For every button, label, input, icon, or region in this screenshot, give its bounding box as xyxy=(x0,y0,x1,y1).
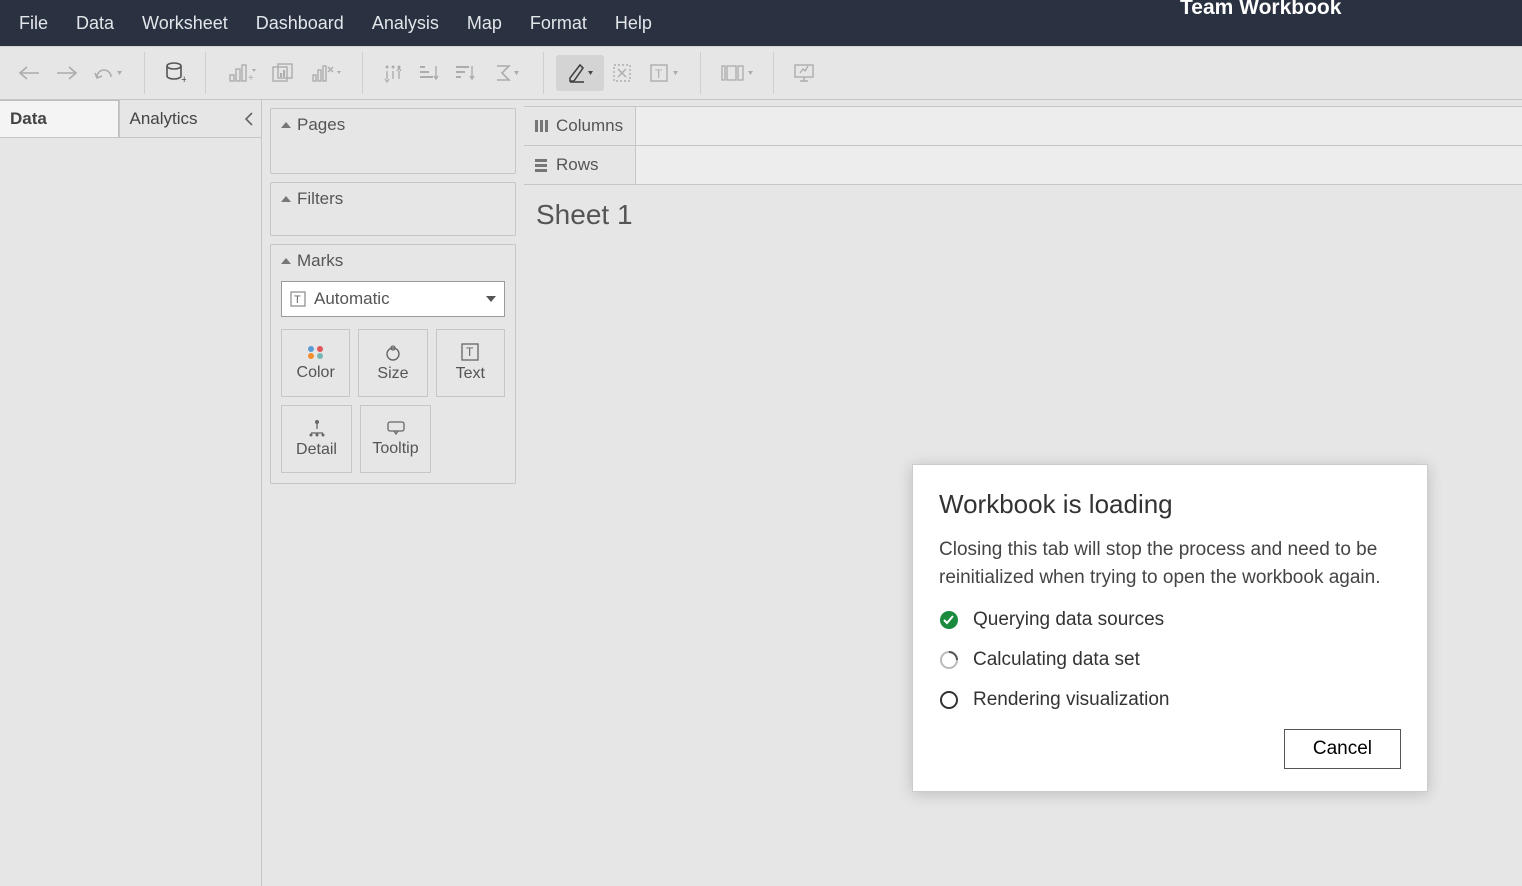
menu-worksheet[interactable]: Worksheet xyxy=(128,3,242,44)
dialog-title: Workbook is loading xyxy=(939,489,1401,520)
marks-size-button[interactable]: Size xyxy=(358,329,427,397)
loading-step: Rendering visualization xyxy=(939,689,1401,711)
menu-data[interactable]: Data xyxy=(62,3,128,44)
marks-tooltip-label: Tooltip xyxy=(372,440,418,458)
marks-color-label: Color xyxy=(297,364,335,382)
new-data-source-button[interactable]: + xyxy=(157,55,193,91)
marks-tooltip-button[interactable]: Tooltip xyxy=(360,405,431,473)
menubar: File Data Worksheet Dashboard Analysis M… xyxy=(0,0,1522,46)
rows-icon xyxy=(534,158,548,172)
columns-icon xyxy=(534,119,548,133)
presentation-button[interactable] xyxy=(786,55,822,91)
fit-button[interactable] xyxy=(713,55,761,91)
tooltip-icon xyxy=(386,420,406,436)
svg-text:T: T xyxy=(655,67,663,81)
sheet-title[interactable]: Sheet 1 xyxy=(524,185,1522,231)
chevron-up-icon xyxy=(281,258,291,264)
highlight-button[interactable] xyxy=(556,55,604,91)
data-panel: Data Analytics xyxy=(0,100,262,886)
pages-shelf[interactable]: Pages xyxy=(270,108,516,174)
chevron-up-icon xyxy=(281,122,291,128)
svg-text:+: + xyxy=(181,74,186,85)
new-worksheet-button[interactable]: + xyxy=(218,55,266,91)
svg-text:T: T xyxy=(466,345,474,359)
totals-button[interactable] xyxy=(483,55,531,91)
mark-type-value: Automatic xyxy=(314,289,390,309)
color-icon xyxy=(306,344,326,360)
marks-detail-label: Detail xyxy=(296,441,337,459)
chevron-up-icon xyxy=(281,196,291,202)
filters-shelf[interactable]: Filters xyxy=(270,182,516,236)
rows-drop-area[interactable] xyxy=(636,146,1522,184)
svg-text:T: T xyxy=(294,294,301,306)
redo-button[interactable] xyxy=(48,55,84,91)
loading-dialog: Workbook is loading Closing this tab wil… xyxy=(912,464,1428,792)
check-circle-icon xyxy=(939,610,959,630)
marks-card: Marks T Automatic Color Size xyxy=(270,244,516,484)
menu-dashboard[interactable]: Dashboard xyxy=(242,3,358,44)
menu-format[interactable]: Format xyxy=(516,3,601,44)
loading-step: Calculating data set xyxy=(939,649,1401,671)
tab-analytics[interactable]: Analytics xyxy=(119,100,238,137)
step-label: Querying data sources xyxy=(973,609,1164,631)
sort-desc-button[interactable] xyxy=(447,55,483,91)
dialog-body: Closing this tab will stop the process a… xyxy=(939,536,1401,591)
menu-file[interactable]: File xyxy=(5,3,62,44)
workbook-title: Team Workbook xyxy=(1180,0,1341,20)
text-icon: T xyxy=(461,343,479,361)
marks-color-button[interactable]: Color xyxy=(281,329,350,397)
spinner-icon xyxy=(939,650,959,670)
duplicate-sheet-button[interactable] xyxy=(266,55,302,91)
swap-button[interactable] xyxy=(375,55,411,91)
columns-drop-area[interactable] xyxy=(636,107,1522,145)
pages-label: Pages xyxy=(297,115,345,135)
menu-analysis[interactable]: Analysis xyxy=(358,3,453,44)
filters-label: Filters xyxy=(297,189,343,209)
menu-map[interactable]: Map xyxy=(453,3,516,44)
collapse-side-panel-button[interactable] xyxy=(237,100,261,137)
rows-shelf[interactable]: Rows xyxy=(524,145,1522,185)
detail-icon xyxy=(307,419,327,437)
sort-asc-button[interactable] xyxy=(411,55,447,91)
columns-label: Columns xyxy=(556,116,623,136)
circle-icon xyxy=(939,690,959,710)
group-button[interactable] xyxy=(604,55,640,91)
loading-step: Querying data sources xyxy=(939,609,1401,631)
chevron-down-icon xyxy=(486,296,496,302)
menu-help[interactable]: Help xyxy=(601,3,666,44)
text-icon: T xyxy=(290,291,306,307)
columns-shelf[interactable]: Columns xyxy=(524,106,1522,146)
marks-text-button[interactable]: T Text xyxy=(436,329,505,397)
show-labels-button[interactable]: T xyxy=(640,55,688,91)
marks-size-label: Size xyxy=(377,365,408,383)
step-label: Rendering visualization xyxy=(973,689,1169,711)
marks-detail-button[interactable]: Detail xyxy=(281,405,352,473)
replay-button[interactable] xyxy=(84,55,132,91)
marks-text-label: Text xyxy=(456,365,485,383)
cards-panel: Pages Filters Marks T Automatic xyxy=(262,100,524,886)
clear-sheet-button[interactable] xyxy=(302,55,350,91)
toolbar: + + T xyxy=(0,46,1522,100)
step-label: Calculating data set xyxy=(973,649,1140,671)
mark-type-select[interactable]: T Automatic xyxy=(281,281,505,317)
rows-label: Rows xyxy=(556,155,599,175)
tab-data[interactable]: Data xyxy=(0,100,119,137)
svg-text:+: + xyxy=(248,73,254,83)
marks-label: Marks xyxy=(297,251,343,271)
cancel-button[interactable]: Cancel xyxy=(1284,729,1401,769)
undo-button[interactable] xyxy=(12,55,48,91)
size-icon xyxy=(383,343,403,361)
